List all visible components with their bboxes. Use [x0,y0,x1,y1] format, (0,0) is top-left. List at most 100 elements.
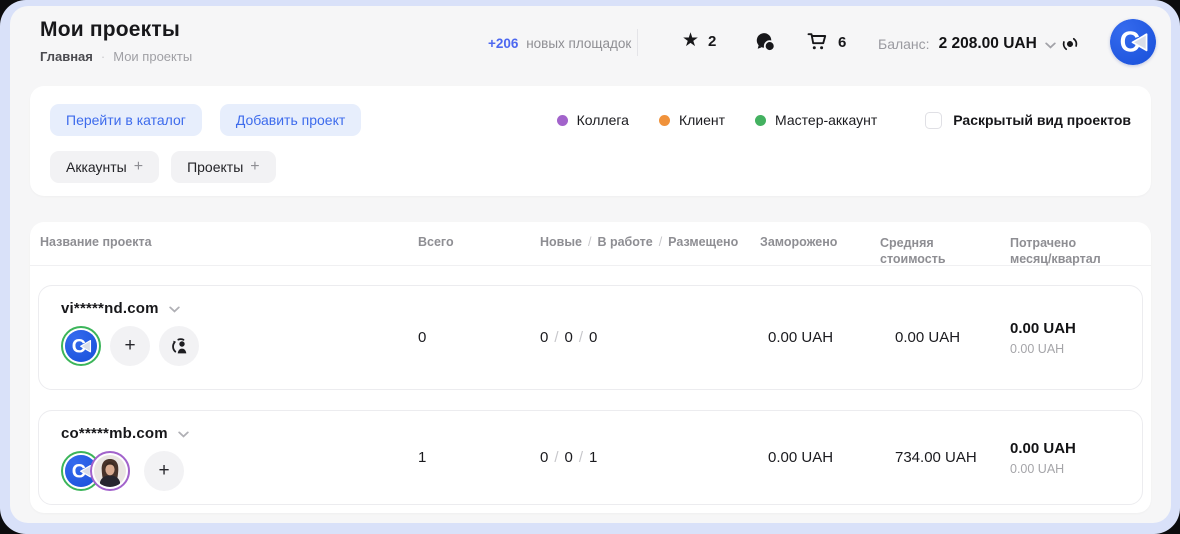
legend-item-master-account: Мастер-аккаунт [755,112,877,128]
legend-label: Мастер-аккаунт [775,112,877,128]
master-account-avatar[interactable] [61,326,101,366]
slash-separator: / [659,235,662,249]
spent-quarter: 0.00 UAH [1010,462,1142,476]
project-row: vi*****nd.com + [38,285,1143,390]
header-avg-cost-line1: Средняя [880,235,1010,251]
spent-month: 0.00 UAH [1010,440,1142,457]
project-row: co*****mb.com [38,410,1143,505]
project-expand-chevron-icon[interactable] [178,431,189,438]
cell-avg-cost: 734.00 UAH [880,411,1010,504]
notifications-button[interactable] [1058,32,1082,56]
accounts-filter-label: Аккаунты [66,159,127,175]
header-avg-cost: Средняя стоимость [880,235,1010,268]
cell-spent: 0.00 UAH 0.00 UAH [1010,286,1142,389]
topbar-divider [637,29,638,56]
cell-avg-cost: 0.00 UAH [880,286,1010,389]
toolbar-panel: Перейти в каталог Добавить проект Коллег… [30,86,1151,196]
new-sites-count: +206 [488,36,518,51]
favorites-count: 2 [708,33,716,50]
project-expand-chevron-icon[interactable] [169,306,180,313]
account-type-legend: Коллега Клиент Мастер-аккаунт Раскрытый … [527,112,1131,129]
spent-quarter: 0.00 UAH [1010,342,1142,356]
header-frozen: Заморожено [760,235,880,249]
balance-dropdown[interactable]: Баланс: 2 208.00 UAH [878,35,1056,53]
header-avg-cost-line2: стоимость [880,251,1010,267]
switch-user-icon [169,336,190,357]
plus-icon: + [250,158,259,176]
slash-separator: / [554,449,558,466]
chat-icon [755,32,776,53]
plus-icon: + [134,158,143,176]
expanded-view-toggle[interactable]: Раскрытый вид проектов [925,112,1131,129]
cell-total: 1 [418,411,540,504]
colleague-avatar[interactable] [90,451,130,491]
topbar: Мои проекты Главная · Мои проекты +206 н… [10,6,1171,80]
cart-button[interactable]: 6 [807,32,846,52]
breadcrumb-separator: · [101,49,105,64]
project-name: co*****mb.com [61,425,168,442]
slash-separator: / [588,235,591,249]
new-sites-label: новых площадок [526,36,631,51]
projects-table: Название проекта Всего Новые / В работе / Ра… [30,222,1151,513]
project-name: vi*****nd.com [61,300,159,317]
cell-placed: 0 [589,329,597,346]
header-spent-line1: Потрачено [1010,235,1141,251]
header-placed: Размещено [668,235,738,249]
cell-in-progress: 0 [565,449,573,466]
collaborator-logo-icon [1110,19,1156,65]
balance-value: 2 208.00 UAH [939,35,1037,53]
legend-label: Клиент [679,112,725,128]
cell-total: 0 [418,286,540,389]
add-project-button[interactable]: Добавить проект [220,104,361,136]
accounts-filter-button[interactable]: Аккаунты + [50,151,159,183]
legend-label: Коллега [577,112,629,128]
colleague-dot-icon [557,115,568,126]
spent-month: 0.00 UAH [1010,320,1142,337]
add-member-button[interactable]: + [110,326,150,366]
header-spent: Потрачено месяц/квартал [1010,235,1141,268]
master-account-dot-icon [755,115,766,126]
header-in-progress: В работе [597,235,652,249]
cell-status-triple: 0 / 0 / 1 [540,411,760,504]
expanded-view-checkbox[interactable] [925,112,942,129]
window-frame: Мои проекты Главная · Мои проекты +206 н… [0,0,1180,534]
projects-filter-button[interactable]: Проекты + [171,151,276,183]
header-project-name: Название проекта [40,235,418,249]
star-icon: ★ [682,31,699,51]
new-sites-link[interactable]: +206 новых площадок [488,36,631,51]
cell-frozen: 0.00 UAH [760,411,880,504]
favorites-button[interactable]: ★ 2 [682,31,716,51]
client-dot-icon [659,115,670,126]
bell-icon [1058,32,1082,56]
add-member-button[interactable]: + [144,451,184,491]
slash-separator: / [579,329,583,346]
header-total: Всего [418,235,540,249]
slash-separator: / [554,329,558,346]
expanded-view-label: Раскрытый вид проектов [953,112,1131,128]
cell-in-progress: 0 [565,329,573,346]
cell-spent: 0.00 UAH 0.00 UAH [1010,411,1142,504]
chevron-down-icon [1045,42,1056,49]
profile-avatar[interactable] [1110,19,1156,65]
breadcrumb-current: Мои проекты [113,49,192,64]
header-new: Новые [540,235,582,249]
balance-label: Баланс: [878,36,930,52]
cart-icon [807,32,829,52]
app-surface: Мои проекты Главная · Мои проекты +206 н… [10,6,1171,523]
header-status-triple: Новые / В работе / Размещено [540,235,760,249]
table-header: Название проекта Всего Новые / В работе / Ра… [30,222,1151,266]
slash-separator: / [579,449,583,466]
cell-new: 0 [540,449,548,466]
cart-count: 6 [838,34,846,51]
chat-button[interactable] [755,32,776,53]
cell-frozen: 0.00 UAH [760,286,880,389]
projects-filter-label: Проекты [187,159,243,175]
cell-placed: 1 [589,449,597,466]
go-to-catalog-button[interactable]: Перейти в каталог [50,104,202,136]
transfer-user-button[interactable] [159,326,199,366]
cell-new: 0 [540,329,548,346]
breadcrumb-home-link[interactable]: Главная [40,49,93,64]
breadcrumb: Главная · Мои проекты [40,49,192,64]
legend-item-client: Клиент [659,112,725,128]
title-block: Мои проекты Главная · Мои проекты [40,18,192,64]
